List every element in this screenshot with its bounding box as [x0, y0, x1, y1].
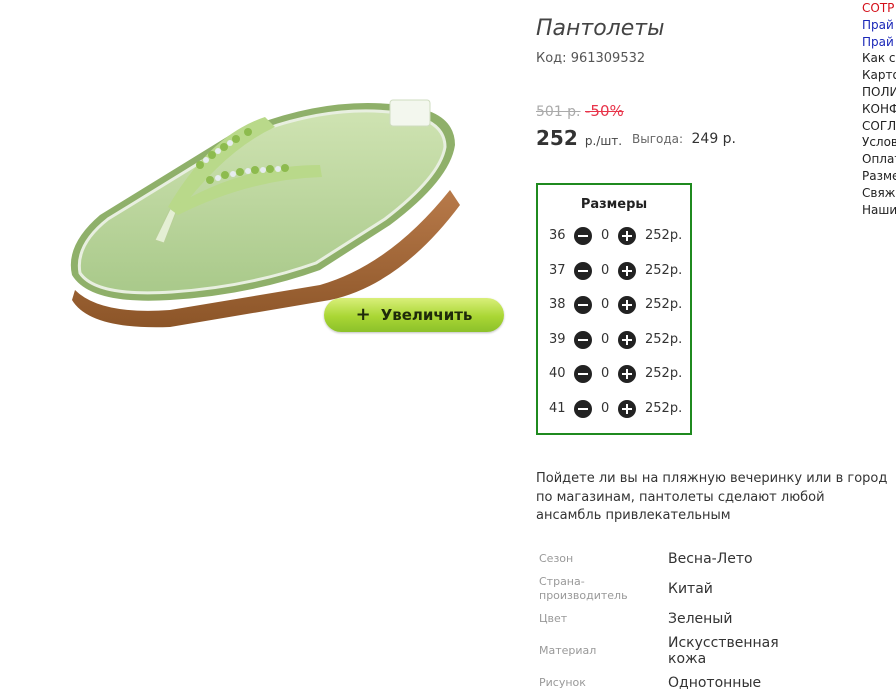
plus-icon[interactable] [618, 227, 636, 245]
product-code-label: Код: [536, 51, 567, 66]
old-price: 501 р. [536, 104, 581, 120]
plus-icon[interactable] [618, 331, 636, 349]
savings: Выгода: 249 р. [632, 131, 736, 147]
product-image[interactable] [60, 95, 470, 330]
attribute-label: Цвет [539, 612, 568, 625]
menu-link[interactable]: Прай [862, 17, 896, 34]
attribute-value: Однотонные [668, 675, 762, 691]
size-number: 41 [549, 401, 566, 416]
attribute-label: Страна-производитель [539, 575, 628, 602]
minus-icon[interactable] [574, 227, 592, 245]
attribute-value: Весна-Лето [668, 551, 753, 567]
menu-link[interactable]: КОНФ [862, 101, 896, 118]
sizes-title: Размеры [580, 197, 648, 212]
menu-link[interactable]: Свяж [862, 185, 896, 202]
product-code-value: 961309532 [570, 51, 646, 66]
attribute-value: Искусственная кожа [668, 635, 779, 667]
size-row: 38 0 252р. [538, 295, 690, 315]
zoom-button-label: Увеличить [380, 306, 473, 324]
quantity: 0 [601, 401, 610, 416]
size-row: 36 0 252р. [538, 226, 690, 246]
savings-label: Выгода: [632, 132, 684, 146]
menu-link[interactable]: Наши [862, 202, 896, 219]
minus-icon[interactable] [574, 331, 592, 349]
size-row: 40 0 252р. [538, 364, 690, 384]
discount-badge: -50% [585, 102, 624, 120]
product-title: Пантолеты [536, 16, 665, 41]
menu-link[interactable]: Разме [862, 168, 896, 185]
plus-icon[interactable] [618, 296, 636, 314]
savings-value: 249 р. [691, 131, 737, 147]
size-price: 252р. [645, 366, 683, 381]
menu-link[interactable]: СОТР [862, 0, 896, 17]
menu-link[interactable]: Карто [862, 67, 896, 84]
attribute-label: Материал [539, 644, 597, 657]
size-row: 41 0 252р. [538, 399, 690, 419]
price: 252 р./шт. [536, 126, 622, 150]
sizes-box: Размеры 36 0 252р. 37 0 252р. 38 0 252р.… [536, 183, 692, 435]
discount-value: -50% [585, 102, 624, 120]
menu-link[interactable]: Оплат [862, 151, 896, 168]
size-price: 252р. [645, 263, 683, 278]
plus-icon[interactable] [618, 365, 636, 383]
plus-icon[interactable] [618, 400, 636, 418]
minus-icon[interactable] [574, 296, 592, 314]
attribute-value: Китай [668, 581, 713, 597]
menu-link[interactable]: Как с [862, 50, 896, 67]
size-price: 252р. [645, 401, 683, 416]
size-price: 252р. [645, 332, 683, 347]
right-menu: СОТР Прай Прай Как с Карто ПОЛИ КОНФ СОГ… [862, 0, 896, 218]
size-number: 40 [549, 366, 566, 381]
plus-icon[interactable] [618, 262, 636, 280]
quantity: 0 [601, 228, 610, 243]
product-code: Код: 961309532 [536, 51, 645, 66]
quantity: 0 [601, 263, 610, 278]
size-row: 39 0 252р. [538, 330, 690, 350]
plus-icon: + [355, 304, 371, 325]
minus-icon[interactable] [574, 365, 592, 383]
quantity: 0 [601, 297, 610, 312]
size-price: 252р. [645, 228, 683, 243]
zoom-button[interactable]: + Увеличить [324, 298, 504, 332]
size-number: 36 [549, 228, 566, 243]
minus-icon[interactable] [574, 400, 592, 418]
quantity: 0 [601, 366, 610, 381]
price-value: 252 [536, 126, 578, 150]
size-number: 37 [549, 263, 566, 278]
quantity: 0 [601, 332, 610, 347]
attribute-value: Зеленый [668, 611, 733, 627]
price-unit: р./шт. [584, 134, 623, 148]
size-number: 39 [549, 332, 566, 347]
product-description: Пойдете ли вы на пляжную вечеринку или в… [536, 471, 888, 523]
minus-icon[interactable] [574, 262, 592, 280]
attribute-label: Рисунок [539, 676, 586, 689]
attribute-label: Сезон [539, 552, 574, 565]
size-number: 38 [549, 297, 566, 312]
size-row: 37 0 252р. [538, 261, 690, 281]
sandal-illustration [70, 99, 460, 328]
size-price: 252р. [645, 297, 683, 312]
menu-link[interactable]: СОГЛ [862, 118, 896, 135]
menu-link[interactable]: ПОЛИ [862, 84, 896, 101]
menu-link[interactable]: Прай [862, 34, 896, 51]
menu-link[interactable]: Услов [862, 134, 896, 151]
